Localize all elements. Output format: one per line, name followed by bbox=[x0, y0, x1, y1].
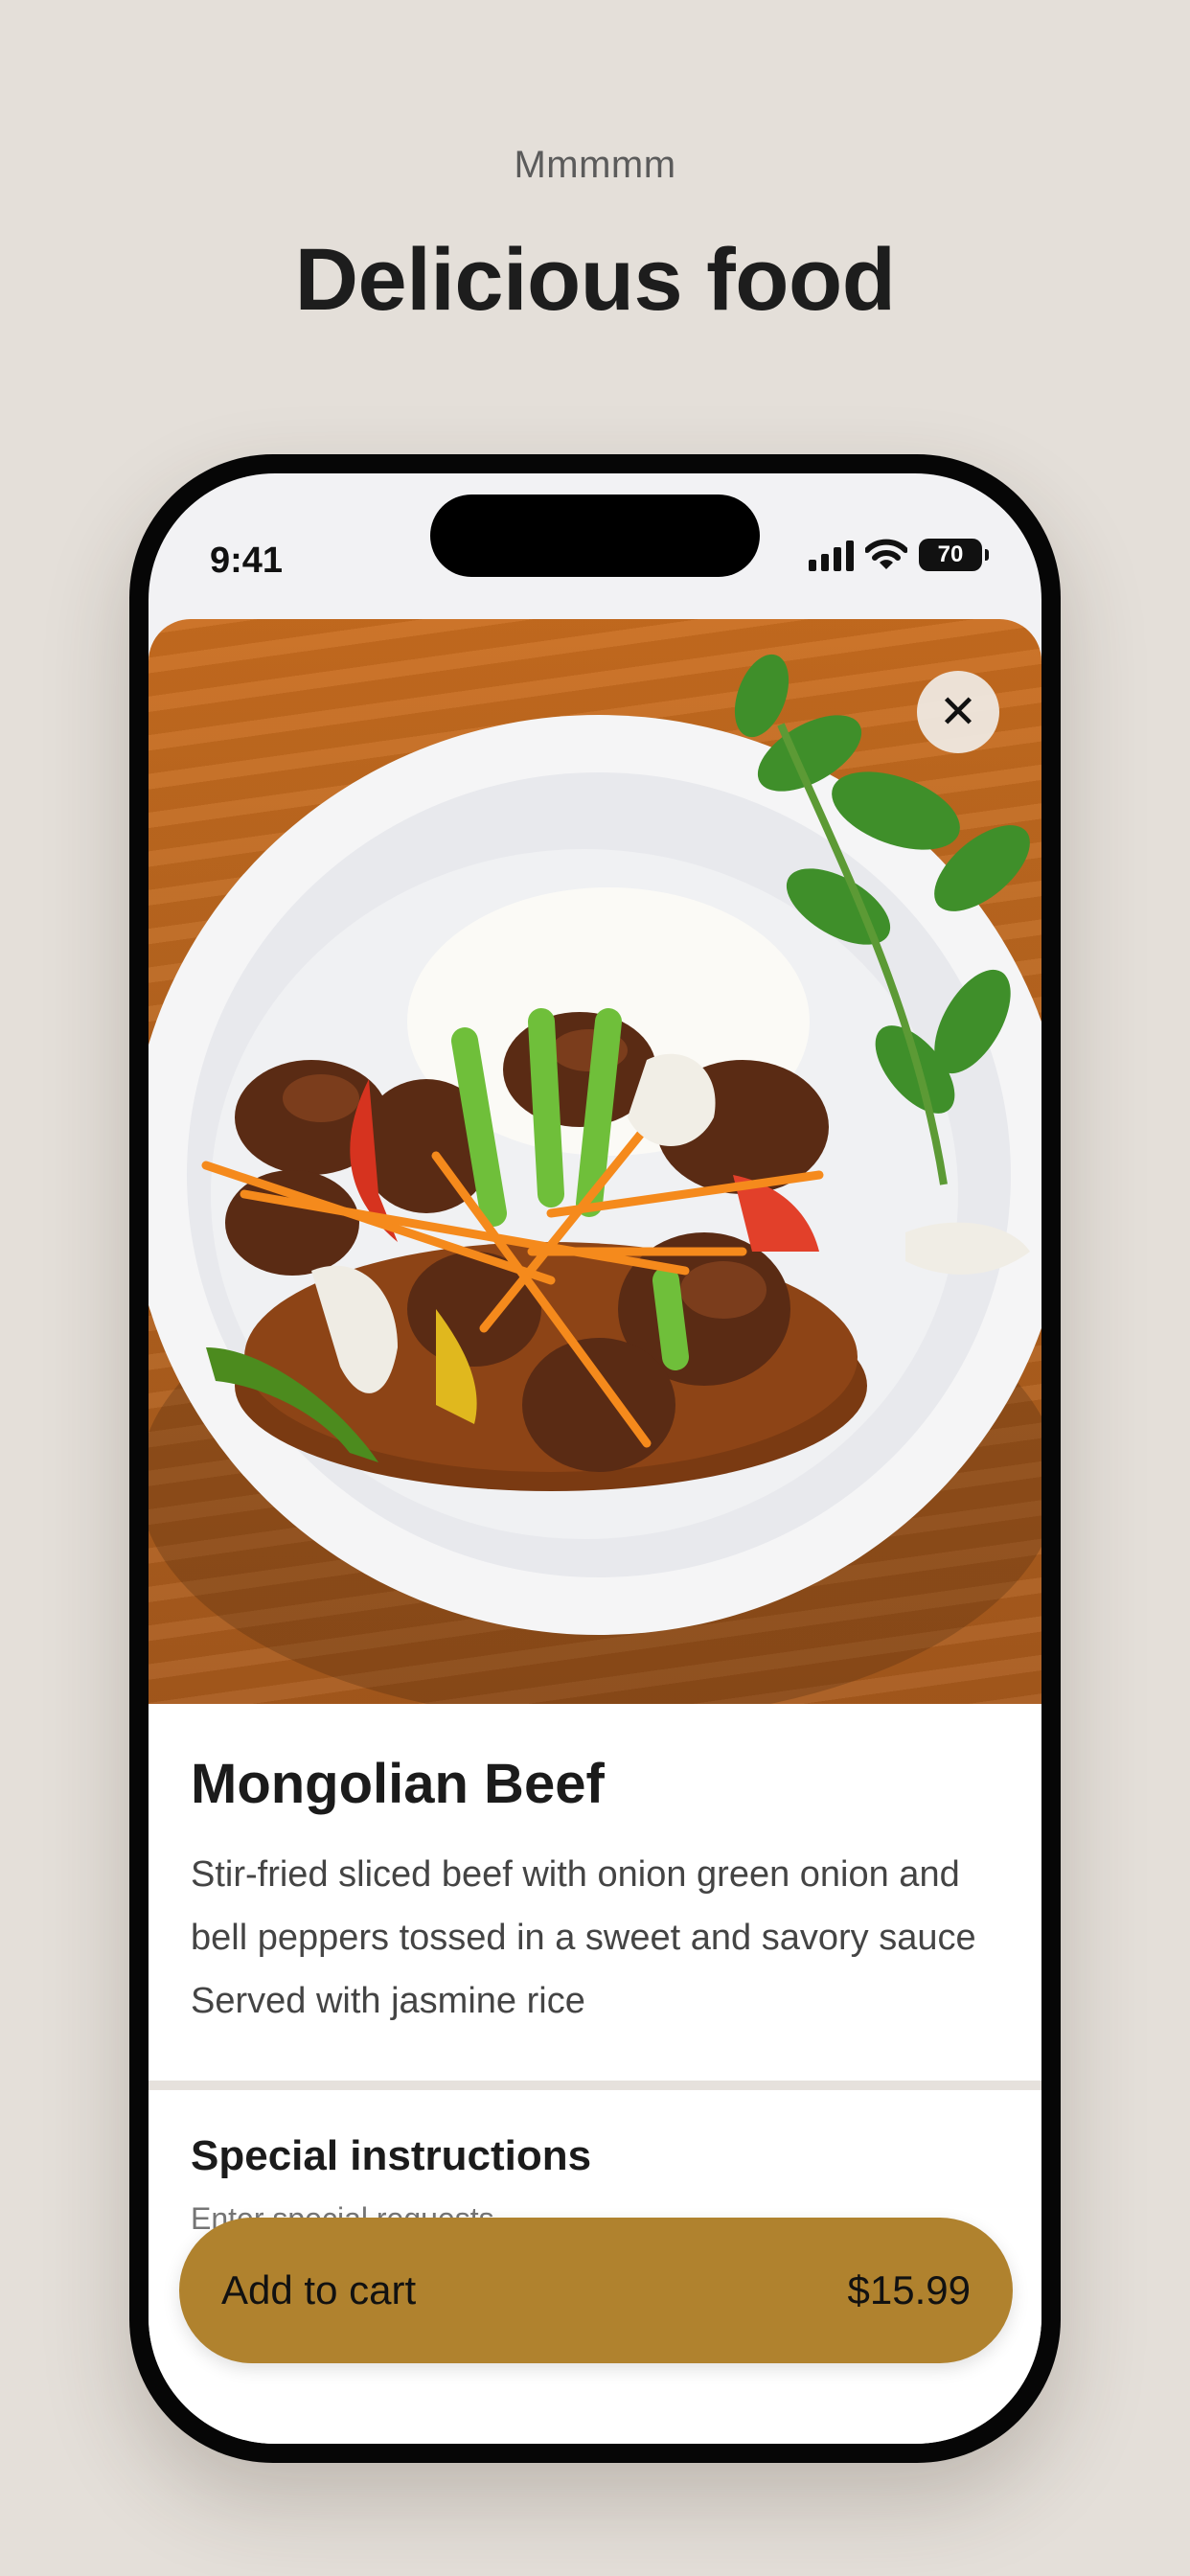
battery-icon: 70 bbox=[919, 539, 989, 571]
item-detail-sheet: ✕ Mongolian Beef Stir-fried sliced beef … bbox=[149, 619, 1041, 2444]
special-instructions-section: Special instructions bbox=[149, 2090, 1041, 2237]
add-to-cart-label: Add to cart bbox=[221, 2267, 417, 2312]
dish-description: Stir-fried sliced beef with onion green … bbox=[191, 1854, 976, 2021]
battery-level: 70 bbox=[937, 541, 964, 567]
close-button[interactable]: ✕ bbox=[917, 671, 999, 753]
dish-info: Mongolian Beef Stir-fried sliced beef wi… bbox=[149, 1704, 1041, 2033]
dish-photo: ✕ bbox=[149, 619, 1041, 1704]
status-time: 9:41 bbox=[210, 540, 284, 581]
page-eyebrow: Mmmmm bbox=[514, 144, 676, 186]
phone-screen: 9:41 70 ✕ Mongolian Beef Stir-fried slic… bbox=[149, 473, 1041, 2444]
section-divider bbox=[149, 2081, 1041, 2090]
close-icon: ✕ bbox=[938, 687, 978, 738]
food-plate-illustration bbox=[149, 654, 1041, 1704]
wifi-icon bbox=[865, 539, 907, 569]
dynamic-island bbox=[430, 494, 760, 577]
cellular-signal-icon bbox=[809, 539, 854, 571]
dish-name: Mongolian Beef bbox=[191, 1753, 605, 1815]
phone-frame: 9:41 70 ✕ Mongolian Beef Stir-fried slic… bbox=[129, 454, 1061, 2463]
special-instructions-title: Special instructions bbox=[191, 2132, 592, 2179]
page-headline: Delicious food bbox=[294, 231, 896, 329]
status-icons: 70 bbox=[809, 531, 989, 579]
cart-price: $15.99 bbox=[847, 2267, 971, 2312]
add-to-cart-button[interactable]: Add to cart $15.99 bbox=[179, 2218, 1013, 2363]
